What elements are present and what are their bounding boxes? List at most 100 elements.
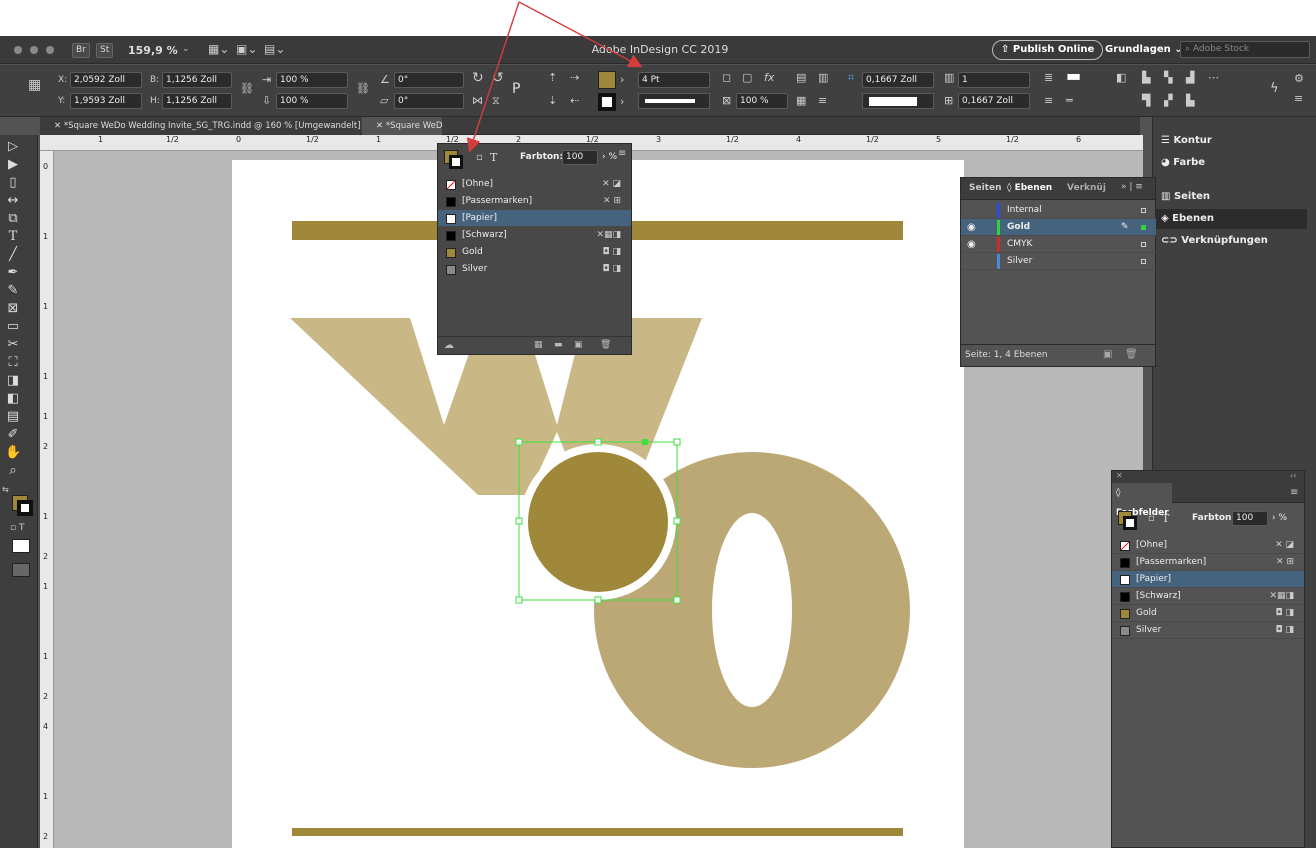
formatting-affects-icon[interactable]: ▫ T: [10, 523, 24, 533]
zoom-level[interactable]: 159,9 %: [128, 44, 178, 57]
delete-swatch-icon[interactable]: 🗑: [600, 340, 611, 350]
zoom-dropdown-icon[interactable]: ⌄: [182, 44, 190, 54]
selection-handle[interactable]: [515, 438, 523, 446]
flip-vertical-icon[interactable]: ⧖: [492, 95, 500, 107]
rotate-angle-field[interactable]: 0°: [394, 72, 464, 88]
selection-handle[interactable]: [594, 438, 602, 446]
corner-options-icon[interactable]: ⌗: [848, 72, 854, 84]
fill-dropdown-icon[interactable]: ›: [620, 74, 624, 86]
effects-icon[interactable]: fx: [764, 72, 774, 84]
swatch-row[interactable]: [Ohne] ✕ ◪: [1112, 537, 1304, 554]
rotate-counterclockwise-icon[interactable]: ↺: [492, 71, 504, 85]
panel-text-formatting[interactable]: T: [1162, 512, 1169, 525]
baseline-grid-icon[interactable]: ═: [1066, 95, 1073, 107]
tab-verknuepfungen[interactable]: Verknüj: [1067, 183, 1106, 193]
layer-row[interactable]: ◉ Gold ✎: [961, 219, 1156, 236]
tab-wedo-invite[interactable]: ✕ *Square WeDo Wedding Invite_SG_TRG.ind…: [40, 117, 360, 135]
panel-tint-field[interactable]: 100: [1232, 511, 1268, 526]
popup-menu-icon[interactable]: ≡: [618, 148, 626, 159]
popup-tint-field[interactable]: 100: [562, 150, 598, 165]
line-tool-icon[interactable]: ╱: [5, 247, 21, 263]
select-container-icon[interactable]: ⇡: [548, 72, 557, 84]
page-tool-icon[interactable]: ▯: [5, 175, 21, 191]
minimize-window-button[interactable]: [30, 46, 38, 54]
shear-angle-field[interactable]: 0°: [394, 93, 464, 109]
swatch-row[interactable]: [Papier]: [438, 210, 631, 227]
delete-layer-icon[interactable]: 🗑: [1125, 349, 1138, 360]
stroke-swatch[interactable]: [17, 500, 33, 516]
offset-field[interactable]: 0,1667 Zoll: [862, 72, 934, 88]
gap-tool-icon[interactable]: ↔: [5, 193, 21, 209]
align-center-icon[interactable]: ≡: [818, 95, 827, 107]
align-objects-center-icon[interactable]: ▚: [1164, 72, 1172, 84]
new-folder-icon[interactable]: ▬: [554, 340, 563, 350]
align-left-icon[interactable]: ▦: [796, 95, 806, 107]
gradient-feather-tool-icon[interactable]: ◧: [5, 391, 21, 407]
constrain-proportions-icon[interactable]: ⛓: [240, 83, 254, 95]
panel-stroke-swatch[interactable]: [1123, 516, 1137, 530]
type-tool-icon[interactable]: T: [5, 229, 21, 245]
pencil-tool-icon[interactable]: ✎: [5, 283, 21, 299]
text-wrap-bbox-icon[interactable]: ▥: [818, 72, 828, 84]
control-settings-icon[interactable]: ⚙: [1294, 73, 1304, 85]
align-objects-bottom-icon[interactable]: ▙: [1186, 95, 1194, 107]
free-transform-tool-icon[interactable]: ⛶: [5, 355, 21, 371]
new-layer-icon[interactable]: ▣: [1103, 349, 1112, 360]
layer-target-icon[interactable]: [1141, 242, 1146, 247]
width-field[interactable]: 1,1256 Zoll: [162, 72, 232, 88]
view-options-icon[interactable]: ▦⌄: [208, 42, 229, 56]
workspace-switcher[interactable]: Grundlagen ⌄: [1105, 44, 1183, 55]
swatch-row[interactable]: Silver ◘ ◨: [438, 261, 631, 278]
swatch-row[interactable]: [Schwarz] ✕▦◨: [438, 227, 631, 244]
apply-color-icon[interactable]: [12, 539, 30, 553]
close-panel-icon[interactable]: ✕: [1116, 471, 1123, 480]
scale-x-field[interactable]: 100 %: [276, 72, 348, 88]
dock-item-seiten[interactable]: ▥ Seiten: [1161, 187, 1210, 207]
stroke-color-swatch[interactable]: [598, 93, 616, 111]
selection-handle[interactable]: [594, 596, 602, 604]
selection-handle[interactable]: [515, 596, 523, 604]
dock-item-verknuepfungen[interactable]: ⊂⊃ Verknüpfungen: [1161, 231, 1268, 251]
swatch-row[interactable]: [Schwarz] ✕▦◨: [1112, 588, 1304, 605]
opacity-field[interactable]: 100 %: [736, 93, 788, 109]
bridge-button[interactable]: Br: [72, 43, 90, 58]
tab-square-wedo[interactable]: ✕ *Square WeDo: [362, 117, 442, 135]
align-objects-middle-icon[interactable]: ▞: [1164, 95, 1172, 107]
select-content-icon[interactable]: ⇣: [548, 95, 557, 107]
text-wrap-none-icon[interactable]: ▤: [796, 72, 806, 84]
gold-circle[interactable]: [528, 452, 668, 592]
control-menu-icon[interactable]: ≡: [1294, 93, 1303, 105]
gradient-swatch-tool-icon[interactable]: ◨: [5, 373, 21, 389]
hand-tool-icon[interactable]: ✋: [5, 445, 21, 461]
note-tool-icon[interactable]: ▤: [5, 409, 21, 425]
selection-handle[interactable]: [673, 517, 681, 525]
stroke-type-dropdown[interactable]: [638, 93, 710, 109]
swatch-row[interactable]: [Papier]: [1112, 571, 1304, 588]
bottom-gold-bar[interactable]: [292, 828, 903, 836]
drop-shadow-icon[interactable]: ◻: [722, 72, 731, 84]
content-collector-icon[interactable]: ⧉: [5, 211, 21, 227]
cloud-library-icon[interactable]: ☁: [444, 340, 454, 351]
rotate-clockwise-icon[interactable]: ↻: [472, 71, 484, 85]
align-top-icon[interactable]: ▬: [1066, 68, 1081, 84]
select-previous-object-icon[interactable]: ⇠: [570, 95, 579, 107]
collapse-panel-icon[interactable]: ‹‹: [1290, 471, 1296, 480]
swatch-row[interactable]: Silver ◘ ◨: [1112, 622, 1304, 639]
swatch-row[interactable]: [Passermarken] ✕ ⊞: [438, 193, 631, 210]
screen-mode-toggle-icon[interactable]: [12, 563, 30, 577]
distribute-objects-icon[interactable]: ⋯: [1208, 72, 1219, 84]
selection-handle[interactable]: [673, 438, 681, 446]
swap-colors-icon[interactable]: ⇆: [2, 485, 9, 494]
popup-formatting-icon[interactable]: ▫: [476, 152, 483, 163]
layer-row[interactable]: Silver: [961, 253, 1156, 270]
stock-button[interactable]: St: [96, 43, 114, 58]
arrange-documents-icon[interactable]: ▤⌄: [264, 42, 285, 56]
zoom-tool-icon[interactable]: ⌕: [5, 463, 21, 479]
flip-horizontal-icon[interactable]: ⋈: [472, 95, 483, 107]
panel-formatting-icon[interactable]: ▫: [1148, 513, 1155, 524]
autofit-icon[interactable]: ◧: [1116, 72, 1126, 84]
corner-shape-dropdown[interactable]: [862, 93, 934, 109]
quick-apply-icon[interactable]: ϟ: [1270, 82, 1279, 95]
gutter-field[interactable]: 0,1667 Zoll: [958, 93, 1030, 109]
panel-menu-icon[interactable]: » | ≡: [1121, 182, 1143, 192]
